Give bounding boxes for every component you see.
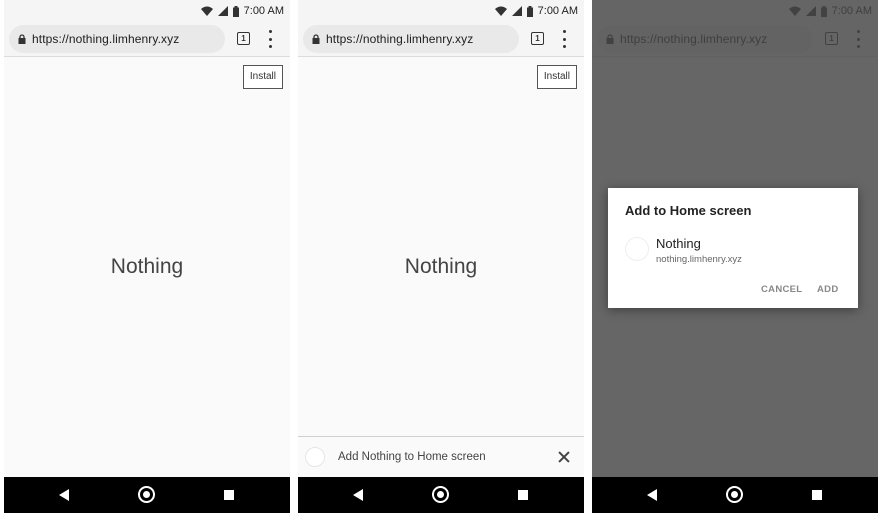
url-bar[interactable]: https://nothing.limhenry.xyz <box>303 25 519 53</box>
app-icon <box>625 237 649 261</box>
recents-icon[interactable] <box>224 490 234 500</box>
browser-toolbar: https://nothing.limhenry.xyz 1 <box>298 22 584 57</box>
signal-icon <box>511 6 522 16</box>
status-time: 7:00 AM <box>537 5 578 17</box>
status-time: 7:00 AM <box>243 5 284 17</box>
overflow-menu-icon[interactable] <box>264 30 276 48</box>
nav-bar <box>4 477 290 513</box>
phone-screen-3: 7:00 AM https://nothing.limhenry.xyz 1 A… <box>592 0 878 513</box>
lock-icon <box>18 34 26 44</box>
nav-bar <box>592 477 878 513</box>
battery-icon <box>232 5 239 17</box>
wifi-icon <box>200 6 213 16</box>
app-icon <box>305 447 325 467</box>
banner-text[interactable]: Add Nothing to Home screen <box>338 451 554 463</box>
url-text: https://nothing.limhenry.xyz <box>326 32 474 46</box>
add-to-home-dialog: Add to Home screen Nothing nothing.limhe… <box>608 188 858 308</box>
cancel-button[interactable]: CANCEL <box>761 284 802 295</box>
add-to-home-banner[interactable]: Add Nothing to Home screen <box>298 436 584 477</box>
recents-icon[interactable] <box>812 490 822 500</box>
dialog-title: Add to Home screen <box>625 203 752 218</box>
install-button[interactable]: Install <box>536 65 577 89</box>
lock-icon <box>312 34 320 44</box>
tab-switcher-icon[interactable]: 1 <box>237 32 250 45</box>
nav-bar <box>298 477 584 513</box>
back-icon[interactable] <box>647 489 657 501</box>
phone-screen-2: 7:00 AM https://nothing.limhenry.xyz 1 I… <box>298 0 584 513</box>
app-name-field[interactable]: Nothing <box>656 236 701 251</box>
url-bar[interactable]: https://nothing.limhenry.xyz <box>9 25 225 53</box>
install-button[interactable]: Install <box>242 65 283 89</box>
browser-toolbar: https://nothing.limhenry.xyz 1 <box>4 22 290 57</box>
phone-screen-1: 7:00 AM https://nothing.limhenry.xyz 1 I… <box>4 0 290 513</box>
page-content: Install Nothing <box>298 57 584 477</box>
status-bar: 7:00 AM <box>298 0 584 22</box>
battery-icon <box>526 5 533 17</box>
signal-icon <box>217 6 228 16</box>
back-icon[interactable] <box>59 489 69 501</box>
url-text: https://nothing.limhenry.xyz <box>32 32 180 46</box>
home-icon[interactable] <box>138 486 155 503</box>
page-content: Install Nothing <box>4 57 290 477</box>
overflow-menu-icon[interactable] <box>558 30 570 48</box>
back-icon[interactable] <box>353 489 363 501</box>
recents-icon[interactable] <box>518 490 528 500</box>
close-icon[interactable] <box>554 447 574 467</box>
home-icon[interactable] <box>432 486 449 503</box>
app-url: nothing.limhenry.xyz <box>656 254 742 265</box>
home-icon[interactable] <box>726 486 743 503</box>
wifi-icon <box>494 6 507 16</box>
status-bar: 7:00 AM <box>4 0 290 22</box>
page-title: Nothing <box>110 255 184 278</box>
tab-switcher-icon[interactable]: 1 <box>531 32 544 45</box>
add-button[interactable]: ADD <box>817 284 838 295</box>
page-title: Nothing <box>404 255 478 278</box>
